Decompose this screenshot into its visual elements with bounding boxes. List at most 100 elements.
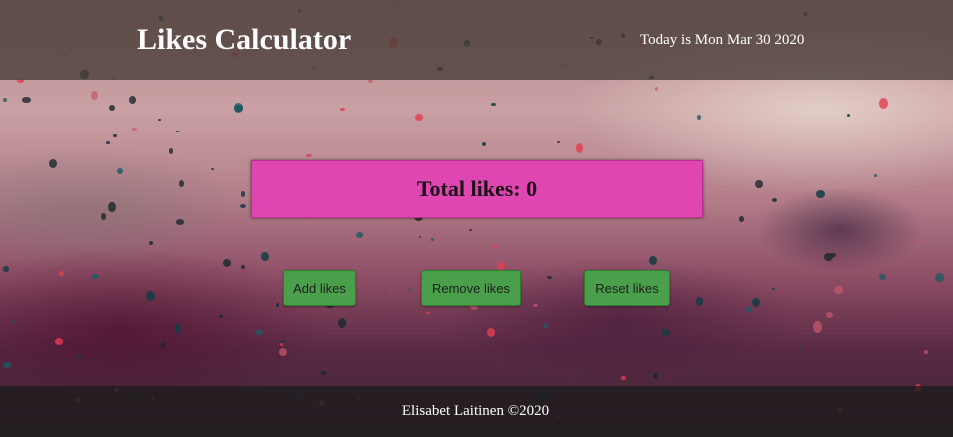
- rain-drop: [22, 97, 32, 103]
- rain-drop: [695, 297, 703, 306]
- rain-drop: [223, 259, 232, 268]
- rain-drop: [543, 323, 549, 329]
- rain-drop: [771, 197, 777, 202]
- rain-drop: [234, 103, 244, 114]
- rain-drop: [234, 104, 243, 112]
- rain-drop: [176, 130, 179, 133]
- rain-drop: [652, 373, 658, 380]
- rain-drop: [54, 337, 64, 346]
- site-header: Likes Calculator Today is Mon Mar 30 202…: [0, 0, 953, 80]
- rain-drop: [3, 266, 9, 272]
- rain-drop: [149, 240, 153, 246]
- rain-drop: [48, 158, 58, 169]
- rain-drop: [113, 133, 117, 138]
- total-likes-display: Total likes: 0: [251, 160, 703, 218]
- add-likes-button[interactable]: Add likes: [283, 270, 356, 306]
- rain-drop: [219, 314, 223, 319]
- rain-drop: [78, 355, 82, 360]
- rain-drop: [158, 118, 162, 121]
- rain-drop: [662, 329, 670, 337]
- rain-drop: [2, 361, 11, 368]
- rain-drop: [654, 86, 659, 91]
- total-likes-value: 0: [526, 176, 538, 201]
- rain-drop: [879, 274, 887, 280]
- rain-drop: [431, 237, 434, 241]
- rain-drop: [321, 370, 326, 376]
- rain-drop: [418, 236, 421, 239]
- rain-drop: [834, 286, 844, 294]
- rain-drop: [255, 329, 263, 335]
- rain-drop: [261, 251, 269, 261]
- rain-drop: [493, 244, 498, 249]
- rain-drop: [752, 297, 760, 307]
- rain-drop: [923, 350, 929, 355]
- rain-drop: [846, 113, 850, 118]
- rain-drop: [117, 167, 123, 174]
- rain-drop: [648, 255, 657, 266]
- rain-drop: [745, 306, 752, 312]
- rain-drop: [279, 339, 285, 344]
- rain-drop: [59, 271, 64, 276]
- rain-drop: [241, 264, 246, 270]
- page-title: Likes Calculator: [137, 23, 352, 56]
- rain-drop: [12, 320, 15, 323]
- rain-drop: [754, 180, 763, 189]
- rain-drop: [297, 356, 300, 359]
- rain-drop: [90, 273, 100, 280]
- rain-drop: [132, 127, 137, 131]
- rain-drop: [106, 141, 110, 144]
- rain-drop: [128, 96, 136, 105]
- remove-likes-button[interactable]: Remove likes: [421, 270, 521, 306]
- rain-drop: [240, 191, 246, 197]
- site-footer: Elisabet Laitinen ©2020: [0, 386, 953, 437]
- rain-drop: [239, 203, 246, 209]
- rain-drop: [168, 147, 174, 154]
- rain-drop: [178, 180, 184, 188]
- rain-drop: [145, 291, 155, 302]
- rain-drop: [425, 311, 430, 315]
- rain-drop: [813, 321, 822, 334]
- rain-drop: [824, 252, 834, 262]
- rain-drop: [771, 287, 775, 290]
- rain-drop: [532, 303, 539, 307]
- rain-drop: [798, 347, 802, 350]
- rain-drop: [408, 288, 412, 291]
- rain-drop: [91, 91, 98, 101]
- footer-copyright: Elisabet Laitinen ©2020: [401, 403, 550, 419]
- rain-drop: [160, 342, 166, 349]
- rain-drop: [498, 262, 506, 270]
- total-likes-label: Total likes:: [416, 176, 521, 201]
- rain-drop: [935, 273, 944, 282]
- rain-drop: [696, 114, 702, 121]
- rain-drop: [109, 104, 115, 111]
- rain-drop: [210, 167, 214, 171]
- rain-drop: [873, 173, 877, 177]
- rain-drop: [879, 98, 889, 110]
- rain-drop: [101, 213, 107, 221]
- rain-drop: [3, 97, 8, 102]
- rain-drop: [826, 311, 834, 319]
- rain-drop: [279, 348, 287, 357]
- rain-drop: [621, 375, 626, 380]
- rain-drop: [575, 143, 583, 153]
- rain-drop: [279, 342, 283, 347]
- rain-drop: [276, 302, 280, 308]
- rain-drop: [356, 232, 363, 239]
- rain-drop: [108, 201, 116, 213]
- rain-drop: [340, 107, 346, 112]
- rain-drop: [174, 324, 182, 334]
- rain-drop: [547, 275, 553, 280]
- rain-drop: [175, 219, 185, 226]
- rain-drop: [739, 215, 745, 222]
- reset-likes-button[interactable]: Reset likes: [584, 270, 670, 306]
- rain-drop: [389, 292, 393, 295]
- current-date: Today is Mon Mar 30 2020: [640, 32, 805, 48]
- rain-drop: [919, 238, 925, 242]
- rain-drop: [816, 189, 825, 198]
- rain-drop: [785, 362, 788, 365]
- rain-drop: [469, 228, 472, 231]
- rain-drop: [557, 140, 561, 144]
- rain-drop: [481, 142, 486, 146]
- rain-drop: [337, 318, 346, 328]
- rain-drop: [491, 102, 496, 106]
